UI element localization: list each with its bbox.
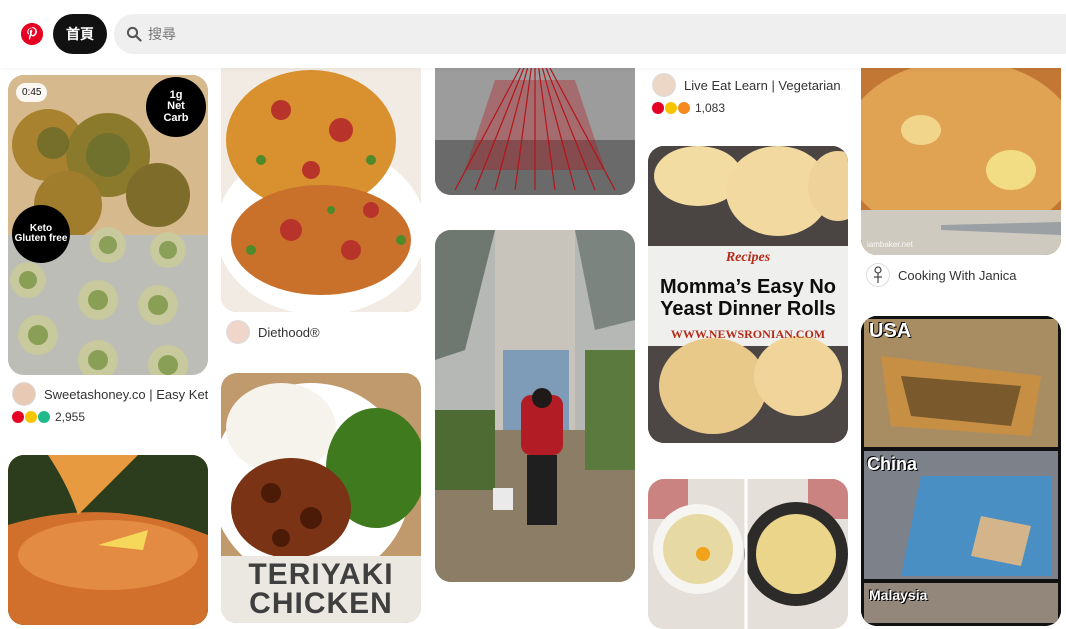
reaction-count: 1,083 <box>695 101 726 115</box>
thanks-reaction-icon <box>38 411 50 423</box>
avatar <box>866 263 890 287</box>
wow-reaction-icon <box>665 102 677 114</box>
site-watermark: iambaker.net <box>867 240 913 249</box>
pin-salmon-glaze[interactable] <box>8 455 208 625</box>
video-duration-badge: 0:45 <box>16 83 48 102</box>
pin-3d-street-art[interactable]: USA China Malaysia <box>861 316 1061 626</box>
pin-image <box>8 455 208 625</box>
pin-keto-spinach-balls[interactable]: 0:45 1g Net Carb Keto Gluten free <box>8 75 208 375</box>
pinterest-logo[interactable] <box>21 23 43 45</box>
net-carb-badge: 1g Net Carb <box>146 77 206 137</box>
home-button-label: 首頁 <box>66 26 94 42</box>
wow-reaction-icon <box>25 411 37 423</box>
pinterest-p-icon <box>21 23 43 45</box>
pin-image <box>648 479 848 629</box>
country-label-malaysia: Malaysia <box>869 587 928 603</box>
search-icon <box>126 26 142 42</box>
heart-reaction-icon <box>12 411 24 423</box>
avatar <box>12 382 36 406</box>
chef-logo-icon <box>874 266 882 283</box>
keto-gluten-free-badge: Keto Gluten free <box>12 205 70 263</box>
search-bar[interactable] <box>114 14 1066 54</box>
pin-eggs-waffle[interactable] <box>648 479 848 629</box>
pin-author-live-eat-learn[interactable]: Live Eat Learn | Vegetarian... <box>652 73 842 97</box>
author-name: Diethood® <box>258 324 320 340</box>
avatar <box>226 320 250 344</box>
site-watermark: WWW.NEWSRONIAN.COM <box>670 327 826 341</box>
author-name: Sweetashoney.co | Easy Ket... <box>44 386 208 402</box>
country-label-china: China <box>867 454 918 474</box>
pin-author-diethood[interactable]: Diethood® <box>226 320 416 344</box>
pin-author-cooking-with-janica[interactable]: Cooking With Janica <box>866 263 1056 287</box>
pin-apple-cake[interactable]: iambaker.net <box>861 40 1061 255</box>
country-label-usa: USA <box>869 320 912 342</box>
pin-dinner-rolls[interactable]: Recipes Momma’s Easy No Yeast Dinner Rol… <box>648 146 848 443</box>
pin-title-overlay: Momma’s Easy No Yeast Dinner Rolls <box>660 276 836 320</box>
reaction-count: 2,955 <box>55 410 86 424</box>
avatar <box>652 73 676 97</box>
search-input[interactable] <box>148 26 948 42</box>
pin-image <box>221 40 421 312</box>
heart-reaction-icon <box>652 102 664 114</box>
pin-title-overlay: TERIYAKI CHICKEN <box>248 558 394 620</box>
home-button[interactable]: 首頁 <box>53 14 107 54</box>
author-name: Live Eat Learn | Vegetarian... <box>684 77 842 93</box>
pin-author-keto[interactable]: Sweetashoney.co | Easy Ket... <box>12 382 208 406</box>
pin-image <box>861 40 1061 255</box>
reaction-summary[interactable]: 2,955 <box>12 410 85 424</box>
pin-image <box>435 230 635 582</box>
reaction-summary[interactable]: 1,083 <box>652 101 725 115</box>
top-navigation-bar: 首頁 <box>0 0 1066 68</box>
pin-baked-chicken[interactable] <box>221 40 421 312</box>
recipes-label: Recipes <box>725 250 771 265</box>
haha-reaction-icon <box>678 102 690 114</box>
author-name: Cooking With Janica <box>898 267 1017 283</box>
pin-teriyaki-chicken[interactable]: TERIYAKI CHICKEN <box>221 373 421 623</box>
pin-street-painting-video[interactable] <box>435 230 635 582</box>
